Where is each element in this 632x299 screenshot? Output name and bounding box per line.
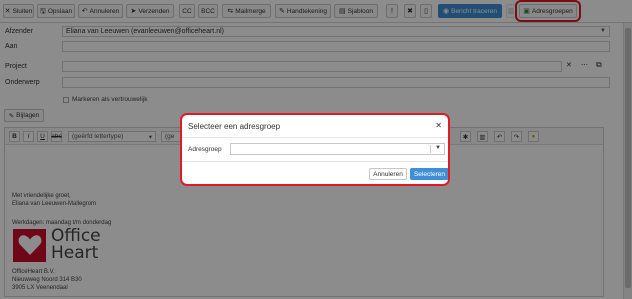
address-group-select[interactable]: ▼ (230, 143, 445, 155)
divider (182, 137, 448, 138)
close-icon[interactable]: ✕ (435, 121, 442, 130)
divider (430, 145, 431, 153)
cancel-button[interactable]: Annuleren (369, 168, 407, 180)
dialog-title: Selecteer een adresgroep (188, 122, 281, 131)
address-group-label: Adresgroep (188, 146, 222, 153)
select-button[interactable]: Selecteren (410, 168, 448, 180)
select-address-group-dialog: Selecteer een adresgroep ✕ Adresgroep ▼ … (180, 113, 450, 186)
divider (182, 161, 448, 162)
chevron-down-icon: ▼ (435, 145, 441, 151)
